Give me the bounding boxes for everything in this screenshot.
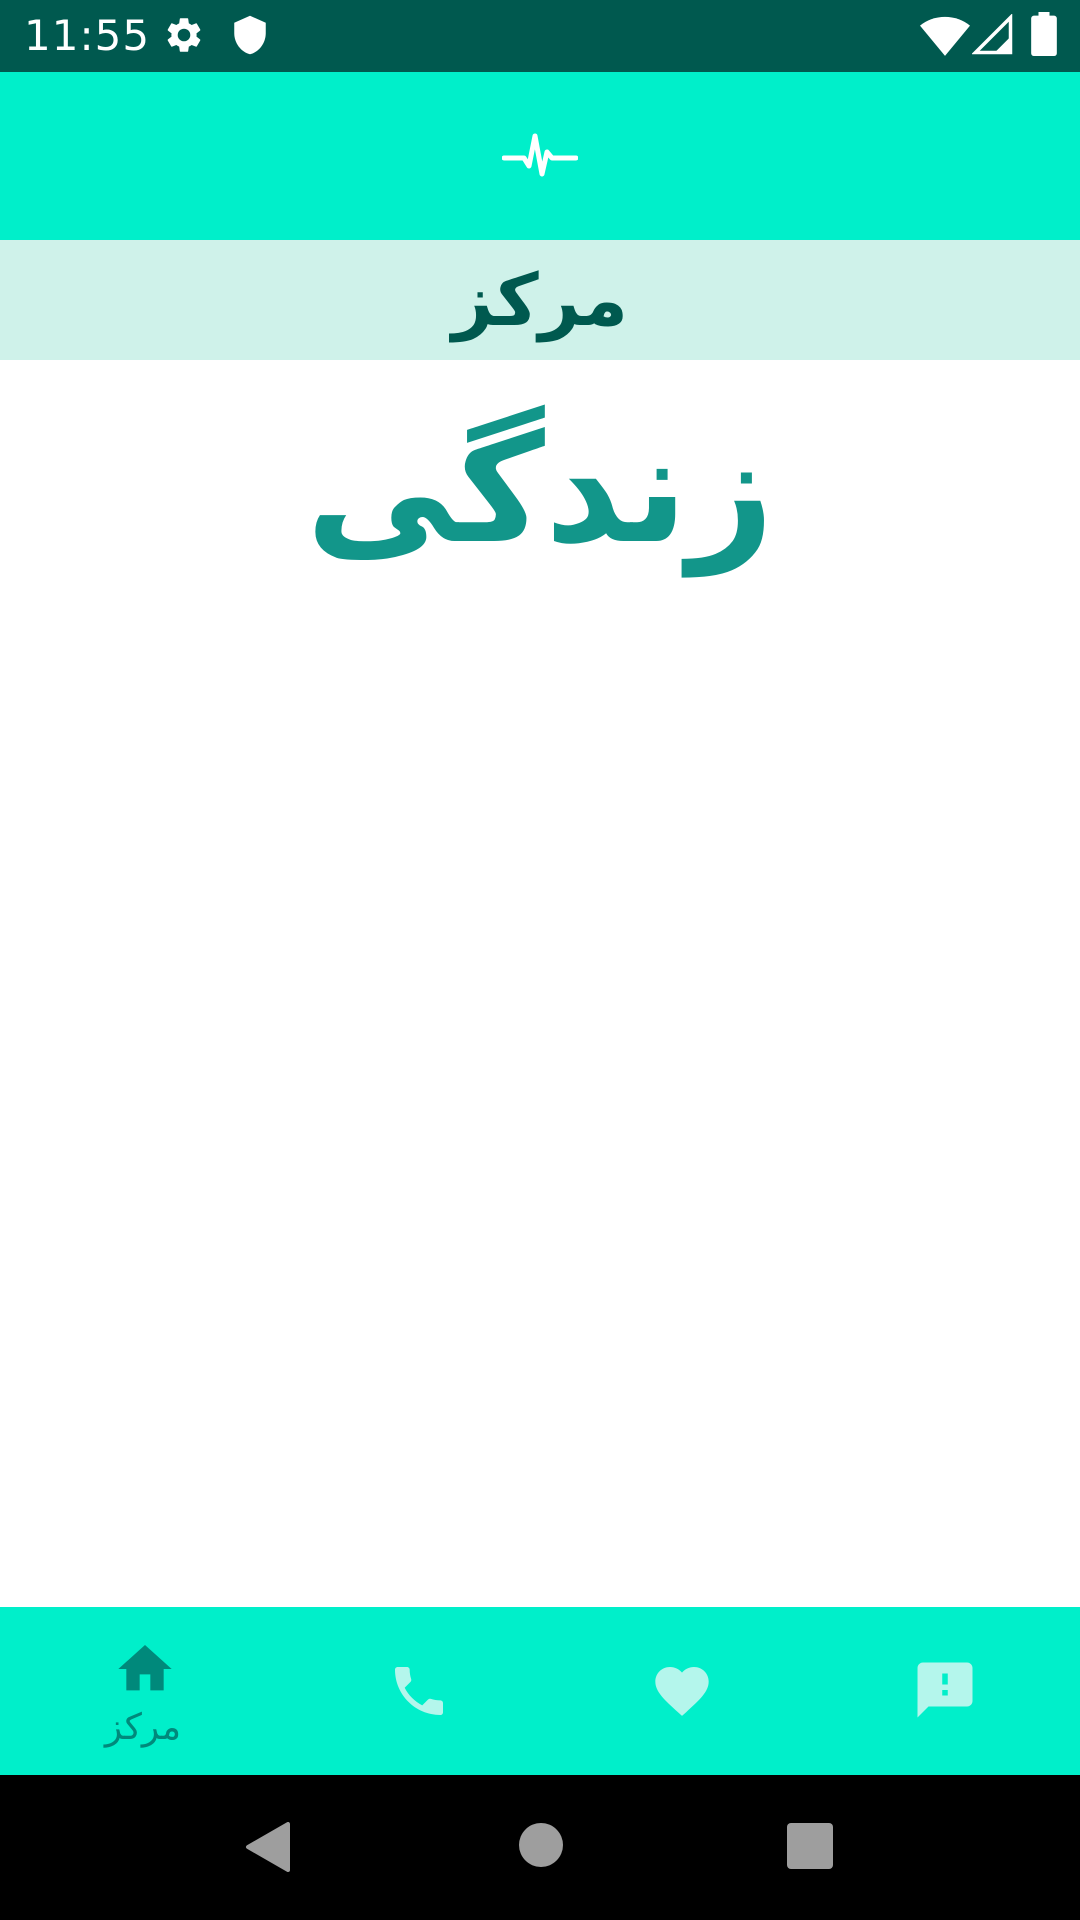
- main-content: زندگی: [0, 360, 1080, 1607]
- heart-icon: [655, 1667, 709, 1716]
- nav-item-favorites[interactable]: [548, 1607, 818, 1775]
- nav-item-phone[interactable]: [285, 1607, 555, 1775]
- bottom-navigation: مرکز: [0, 1607, 1080, 1775]
- status-time: 11:55: [24, 11, 151, 60]
- app-bar: [0, 72, 1080, 240]
- recents-icon[interactable]: [786, 1822, 834, 1874]
- home-icon: [118, 1645, 172, 1691]
- phone-icon: [395, 1667, 443, 1715]
- system-navigation-bar: [0, 1775, 1080, 1920]
- signal-icon: [971, 13, 1014, 60]
- page-header: مرکز: [0, 240, 1080, 360]
- nav-item-home[interactable]: مرکز: [8, 1607, 278, 1775]
- status-bar: 11:55: [0, 0, 1080, 72]
- shield-icon: [229, 14, 271, 60]
- battery-icon: [1030, 12, 1058, 60]
- back-icon[interactable]: [244, 1822, 290, 1876]
- nav-label-home: مرکز: [104, 1707, 182, 1748]
- wifi-icon: [920, 12, 970, 62]
- heartbeat-pulse-icon: [501, 130, 579, 180]
- screen: 11:55 مرکز زندگی مرکز: [0, 0, 1080, 1920]
- page-title: مرکز: [451, 258, 629, 342]
- home-circle-icon[interactable]: [518, 1776, 564, 1872]
- hero-word: زندگی: [305, 403, 775, 577]
- feedback-icon: [917, 1662, 973, 1718]
- nav-item-feedback[interactable]: [810, 1607, 1080, 1775]
- gear-icon: [163, 14, 205, 60]
